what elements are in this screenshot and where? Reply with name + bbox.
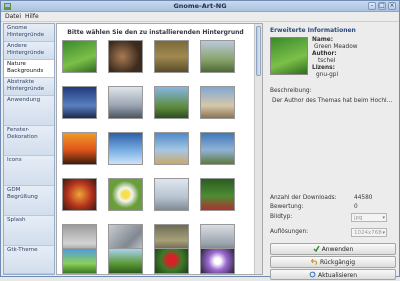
window-title: Gnome-Art-NG — [173, 2, 227, 10]
resolution-label: Auflösungen: — [270, 229, 309, 235]
sidebar-item-label: Andere Hintergründe — [7, 43, 45, 56]
sidebar-item-nature-backgrounds[interactable]: Nature Backgrounds — [4, 60, 54, 78]
sidebar-item-label: Nature Backgrounds — [7, 61, 44, 74]
category-sidebar: Gnome Hintergründe Andere Hintergründe N… — [3, 23, 55, 275]
update-button[interactable]: Aktualisieren — [270, 269, 396, 280]
wallpaper-thumbnail[interactable] — [108, 40, 143, 73]
wallpaper-thumbnail[interactable] — [62, 132, 97, 165]
sidebar-item-gdm-greeter[interactable]: GDM Begrüßung — [4, 186, 54, 216]
rating-value: 0 — [354, 204, 358, 210]
type-combo-value: jpg — [354, 215, 363, 221]
undo-icon — [310, 258, 317, 265]
details-panel: Erweiterte Informationen Name: Green Mea… — [266, 23, 399, 280]
license-label: Lizens: — [312, 65, 335, 71]
name-value: Green Meadow — [314, 44, 358, 50]
name-label: Name: — [312, 37, 334, 43]
description-label: Beschreibung: — [270, 88, 312, 94]
wallpaper-thumbnail[interactable] — [62, 248, 97, 274]
sidebar-item-window-decoration[interactable]: Fenster-Dekoration — [4, 126, 54, 156]
apply-button-label: Anwenden — [321, 246, 354, 253]
wallpaper-thumbnail[interactable] — [62, 86, 97, 119]
sidebar-item-application[interactable]: Anwendung — [4, 96, 54, 126]
menu-file[interactable]: Datei — [5, 13, 21, 20]
title-bar[interactable]: Gnome-Art-NG – □ × — [1, 1, 399, 12]
wallpaper-thumbnail[interactable] — [200, 178, 235, 211]
sidebar-item-label: Icons — [7, 157, 22, 163]
sidebar-item-label: GDM Begrüßung — [7, 187, 38, 200]
sidebar-item-gnome-backgrounds[interactable]: Gnome Hintergründe — [4, 24, 54, 42]
gallery-scrollbar[interactable] — [254, 24, 262, 274]
undo-button[interactable]: Rückgängig — [270, 256, 396, 268]
chevron-down-icon: ▾ — [382, 215, 385, 221]
wallpaper-thumbnail[interactable] — [62, 178, 97, 211]
wallpaper-thumbnail[interactable] — [154, 178, 189, 211]
wallpaper-thumbnail[interactable] — [200, 40, 235, 73]
menu-help[interactable]: Hilfe — [25, 13, 39, 20]
chevron-down-icon: ▾ — [382, 230, 385, 236]
author-value: tschel — [318, 58, 336, 64]
wallpaper-thumbnail[interactable] — [200, 132, 235, 165]
wallpaper-thumbnail[interactable] — [200, 248, 235, 274]
wallpaper-thumbnail[interactable] — [154, 86, 189, 119]
sidebar-item-abstract-backgrounds[interactable]: Abstrakte Hintergründe — [4, 78, 54, 96]
minimize-button[interactable]: – — [368, 2, 376, 10]
sidebar-item-gtk-theme[interactable]: Gtk-Theme — [4, 246, 54, 274]
sidebar-item-label: Splash — [7, 217, 26, 223]
scrollbar-thumb[interactable] — [256, 26, 261, 76]
wallpaper-thumbnail[interactable] — [154, 40, 189, 73]
downloads-label: Anzahl der Downloads: — [270, 195, 337, 201]
sidebar-item-icons[interactable]: Icons — [4, 156, 54, 186]
wallpaper-thumbnail[interactable] — [62, 40, 97, 73]
author-label: Author: — [312, 51, 337, 57]
checkmark-icon — [313, 245, 320, 252]
wallpaper-thumbnail[interactable] — [108, 86, 143, 119]
license-value: gnu-gpl — [316, 72, 339, 78]
resolution-combo[interactable]: 1024x768 ▾ — [351, 228, 387, 237]
type-combo[interactable]: jpg ▾ — [351, 213, 387, 222]
application-window: Gnome-Art-NG – □ × Datei Hilfe Gnome Hin… — [0, 0, 400, 280]
menu-bar: Datei Hilfe — [1, 12, 399, 22]
wallpaper-thumbnail[interactable] — [108, 248, 143, 274]
sidebar-item-other-backgrounds[interactable]: Andere Hintergründe — [4, 42, 54, 60]
preview-image — [270, 37, 308, 75]
rating-label: Bewertung: — [270, 204, 304, 210]
background-gallery: Bitte wählen Sie den zu installierenden … — [56, 23, 263, 275]
wallpaper-thumbnail[interactable] — [108, 178, 143, 211]
apply-button[interactable]: Anwenden — [270, 243, 396, 255]
sidebar-item-label: Fenster-Dekoration — [7, 127, 38, 140]
resolution-combo-value: 1024x768 — [354, 230, 382, 236]
sidebar-item-label: Abstrakte Hintergründe — [7, 79, 45, 92]
sidebar-item-label: Gnome Hintergründe — [7, 25, 45, 38]
wallpaper-thumbnail[interactable] — [154, 132, 189, 165]
sidebar-item-splash[interactable]: Splash — [4, 216, 54, 246]
sidebar-item-label: Anwendung — [7, 97, 41, 103]
gallery-header: Bitte wählen Sie den zu installierenden … — [67, 29, 244, 36]
wallpaper-thumbnail[interactable] — [108, 132, 143, 165]
wallpaper-thumbnail[interactable] — [200, 86, 235, 119]
description-value: Der Author des Themas hat beim Hochl... — [272, 98, 393, 104]
undo-button-label: Rückgängig — [319, 259, 356, 266]
downloads-value: 44580 — [354, 195, 373, 201]
close-button[interactable]: × — [388, 2, 396, 10]
sidebar-item-label: Gtk-Theme — [7, 247, 38, 253]
details-section-title: Erweiterte Informationen — [270, 27, 356, 34]
wallpaper-thumbnail[interactable] — [154, 248, 189, 274]
type-label: Bildtyp: — [270, 214, 293, 220]
maximize-button[interactable]: □ — [378, 2, 386, 10]
update-button-label: Aktualisieren — [317, 272, 358, 279]
